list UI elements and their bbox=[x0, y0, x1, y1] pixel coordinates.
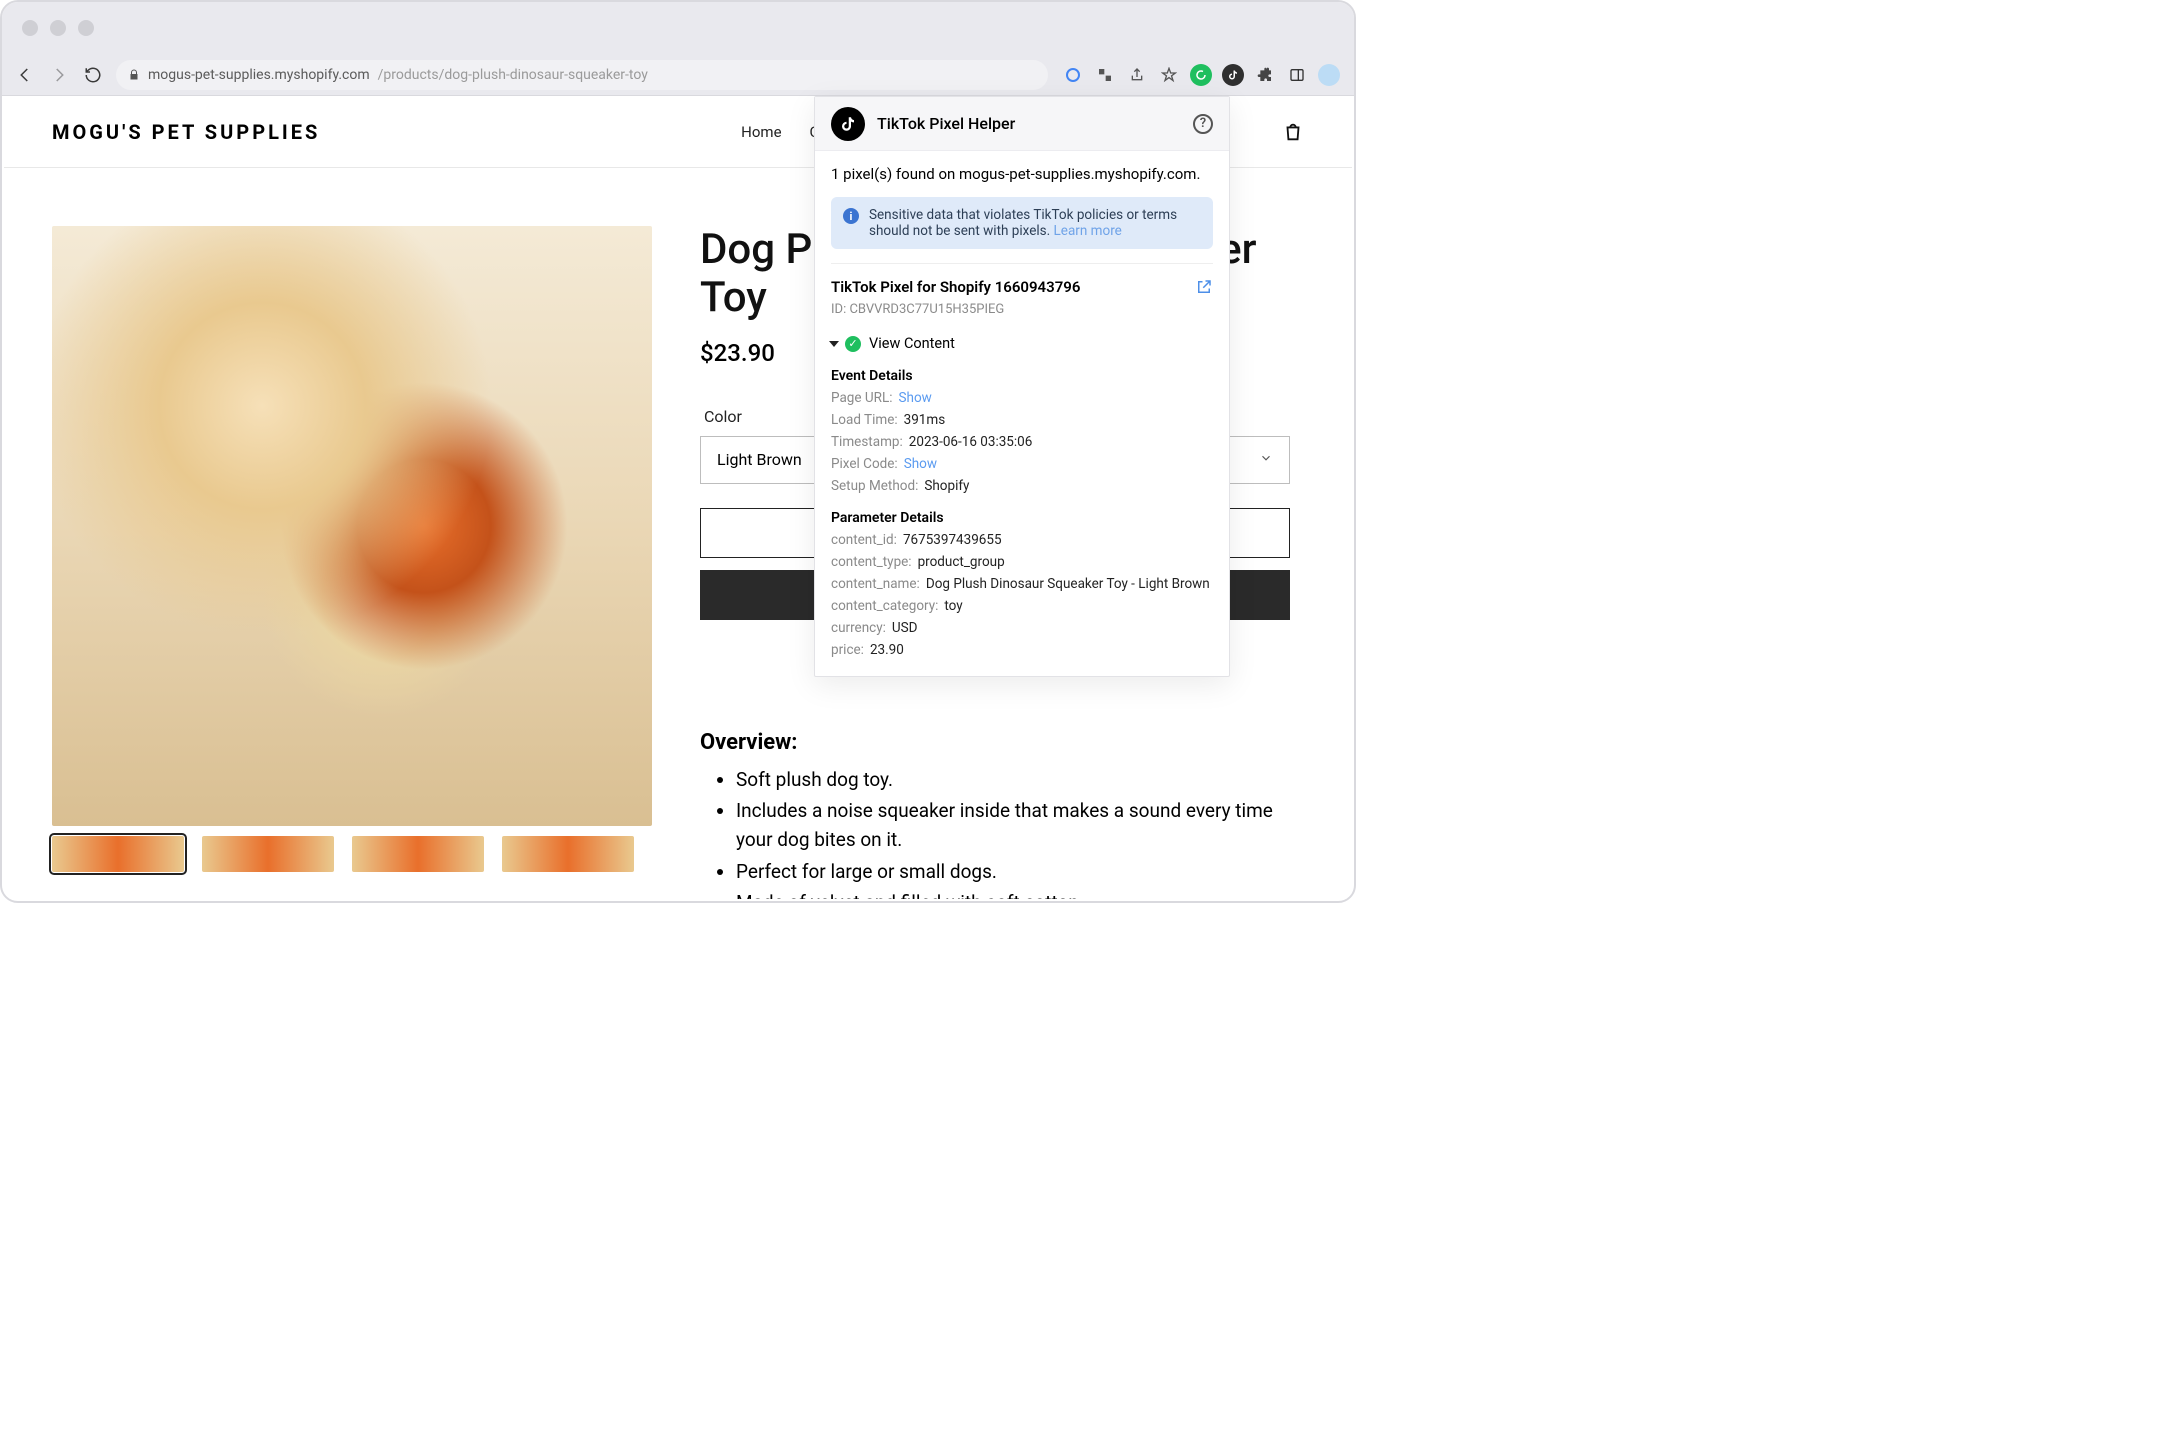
pixel-name: TikTok Pixel for Shopify 1660943796 bbox=[831, 278, 1213, 296]
google-icon[interactable] bbox=[1062, 64, 1084, 86]
content-category-value: toy bbox=[944, 598, 962, 614]
browser-window: mogus-pet-supplies.myshopify.com/product… bbox=[0, 0, 1356, 903]
open-external-icon[interactable] bbox=[1195, 278, 1213, 296]
event-details-heading: Event Details bbox=[831, 368, 1213, 384]
content-id-value: 7675397439655 bbox=[903, 532, 1002, 548]
site-brand[interactable]: MOGU'S PET SUPPLIES bbox=[52, 120, 320, 144]
chevron-down-icon bbox=[1259, 450, 1273, 469]
panel-title: TikTok Pixel Helper bbox=[877, 114, 1181, 133]
panel-header: TikTok Pixel Helper ? bbox=[815, 97, 1229, 151]
tiktok-logo-icon bbox=[831, 107, 865, 141]
reload-button[interactable] bbox=[84, 66, 102, 84]
caret-down-icon bbox=[829, 341, 839, 347]
event-name: View Content bbox=[869, 335, 955, 352]
url-path: /products/dog-plush-dinosaur-squeaker-to… bbox=[378, 67, 648, 83]
learn-more-link[interactable]: Learn more bbox=[1054, 223, 1122, 239]
close-window-button[interactable] bbox=[22, 20, 38, 36]
translate-icon[interactable] bbox=[1094, 64, 1116, 86]
content-name-value: Dog Plush Dinosaur Squeaker Toy - Light … bbox=[926, 576, 1210, 592]
setup-method-value: Shopify bbox=[924, 478, 969, 494]
page-url-show[interactable]: Show bbox=[899, 390, 932, 406]
window-titlebar bbox=[2, 2, 1354, 54]
product-thumbnails bbox=[52, 836, 652, 872]
product-overview: Overview: Soft plush dog toy. Includes a… bbox=[700, 730, 1304, 899]
pixels-found-text: 1 pixel(s) found on mogus-pet-supplies.m… bbox=[831, 165, 1213, 183]
extensions-puzzle-icon[interactable] bbox=[1254, 64, 1276, 86]
overview-item: Includes a noise squeaker inside that ma… bbox=[736, 796, 1304, 855]
overview-list: Soft plush dog toy. Includes a noise squ… bbox=[700, 765, 1304, 899]
thumbnail-2[interactable] bbox=[202, 836, 334, 872]
info-icon: i bbox=[843, 208, 859, 224]
pixel-id: ID: CBVVRD3C77U15H35PIEG bbox=[831, 302, 1213, 317]
check-icon: ✓ bbox=[845, 336, 861, 352]
tiktok-pixel-helper-icon[interactable] bbox=[1222, 64, 1244, 86]
share-icon[interactable] bbox=[1126, 64, 1148, 86]
cart-icon[interactable] bbox=[1282, 121, 1304, 143]
thumbnail-4[interactable] bbox=[502, 836, 634, 872]
extension-icons bbox=[1062, 64, 1340, 86]
address-bar[interactable]: mogus-pet-supplies.myshopify.com/product… bbox=[116, 60, 1048, 90]
grammarly-icon[interactable] bbox=[1190, 64, 1212, 86]
currency-value: USD bbox=[892, 620, 918, 636]
thumbnail-1[interactable] bbox=[52, 836, 184, 872]
lock-icon bbox=[128, 69, 140, 81]
price-value: 23.90 bbox=[870, 642, 904, 658]
overview-item: Perfect for large or small dogs. bbox=[736, 857, 1304, 886]
banner-text: Sensitive data that violates TikTok poli… bbox=[869, 207, 1177, 239]
overview-item: Soft plush dog toy. bbox=[736, 765, 1304, 794]
timestamp-value: 2023-06-16 03:35:06 bbox=[909, 434, 1033, 450]
minimize-window-button[interactable] bbox=[50, 20, 66, 36]
window-controls bbox=[22, 20, 94, 36]
nav-home[interactable]: Home bbox=[741, 123, 781, 141]
event-toggle[interactable]: ✓ View Content bbox=[831, 335, 1213, 352]
panel-toggle-icon[interactable] bbox=[1286, 64, 1308, 86]
profile-avatar[interactable] bbox=[1318, 64, 1340, 86]
pixel-section: TikTok Pixel for Shopify 1660943796 ID: … bbox=[831, 263, 1213, 658]
browser-toolbar: mogus-pet-supplies.myshopify.com/product… bbox=[2, 54, 1354, 96]
url-host: mogus-pet-supplies.myshopify.com bbox=[148, 67, 370, 83]
load-time-value: 391ms bbox=[904, 412, 946, 428]
help-icon[interactable]: ? bbox=[1193, 114, 1213, 134]
forward-button[interactable] bbox=[50, 66, 68, 84]
product-gallery bbox=[52, 226, 652, 899]
color-selected-value: Light Brown bbox=[717, 450, 802, 469]
info-banner: i Sensitive data that violates TikTok po… bbox=[831, 197, 1213, 249]
pixel-code-show[interactable]: Show bbox=[904, 456, 937, 472]
overview-item: Made of velvet and filled with soft cott… bbox=[736, 888, 1304, 899]
bookmark-star-icon[interactable] bbox=[1158, 64, 1180, 86]
thumbnail-3[interactable] bbox=[352, 836, 484, 872]
back-button[interactable] bbox=[16, 66, 34, 84]
panel-body: 1 pixel(s) found on mogus-pet-supplies.m… bbox=[815, 151, 1229, 676]
maximize-window-button[interactable] bbox=[78, 20, 94, 36]
parameter-details-heading: Parameter Details bbox=[831, 510, 1213, 526]
pixel-helper-panel: TikTok Pixel Helper ? 1 pixel(s) found o… bbox=[814, 96, 1230, 677]
content-type-value: product_group bbox=[918, 554, 1005, 570]
overview-heading: Overview: bbox=[700, 730, 1304, 755]
product-main-image[interactable] bbox=[52, 226, 652, 826]
